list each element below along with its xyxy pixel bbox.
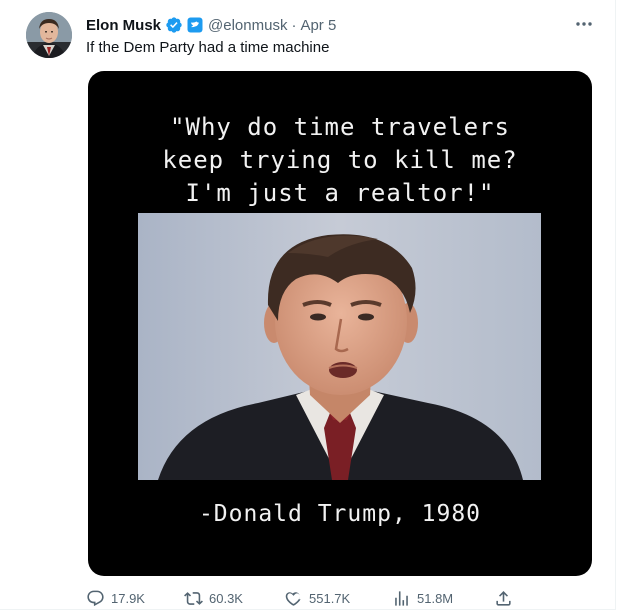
share-icon bbox=[494, 589, 513, 608]
like-icon bbox=[284, 589, 303, 608]
tweet-card[interactable]: Elon Musk @elonmusk · Apr 5 If the Dem P… bbox=[0, 0, 616, 610]
meme-photo bbox=[138, 213, 541, 480]
like-count: 551.7K bbox=[309, 590, 351, 606]
meme-quote: "Why do time travelers keep trying to ki… bbox=[88, 111, 592, 210]
tweet-date[interactable]: Apr 5 bbox=[300, 17, 336, 34]
separator: · bbox=[291, 16, 297, 34]
action-bar: 17.9K 60.3K 551.7K 51.8M bbox=[86, 586, 516, 610]
reply-count: 17.9K bbox=[111, 590, 145, 606]
repost-count: 60.3K bbox=[209, 590, 243, 606]
avatar[interactable] bbox=[26, 12, 72, 58]
share-button[interactable] bbox=[494, 586, 513, 610]
tweet-media[interactable]: "Why do time travelers keep trying to ki… bbox=[88, 71, 592, 576]
tweet-text: If the Dem Party had a time machine bbox=[86, 39, 330, 56]
meme-quote-line: I'm just a realtor!" bbox=[185, 179, 495, 207]
reply-icon bbox=[86, 589, 105, 608]
reply-button[interactable]: 17.9K bbox=[86, 586, 145, 610]
author-name[interactable]: Elon Musk bbox=[86, 17, 161, 34]
affiliate-badge-icon[interactable] bbox=[187, 17, 203, 33]
views-button[interactable]: 51.8M bbox=[392, 586, 453, 610]
more-icon[interactable] bbox=[573, 14, 595, 34]
views-icon bbox=[392, 589, 411, 608]
repost-button[interactable]: 60.3K bbox=[184, 586, 243, 610]
like-button[interactable]: 551.7K bbox=[284, 586, 350, 610]
tweet-header: Elon Musk @elonmusk · Apr 5 bbox=[86, 14, 336, 36]
avatar-image bbox=[26, 12, 72, 58]
repost-icon bbox=[184, 589, 203, 608]
meme-attribution: -Donald Trump, 1980 bbox=[198, 501, 482, 527]
meme-quote-line: "Why do time travelers bbox=[170, 113, 510, 141]
views-count: 51.8M bbox=[417, 590, 454, 606]
author-handle[interactable]: @elonmusk bbox=[208, 17, 287, 34]
verified-badge-icon[interactable] bbox=[165, 16, 183, 34]
meme-quote-line: keep trying to kill me? bbox=[162, 146, 518, 174]
